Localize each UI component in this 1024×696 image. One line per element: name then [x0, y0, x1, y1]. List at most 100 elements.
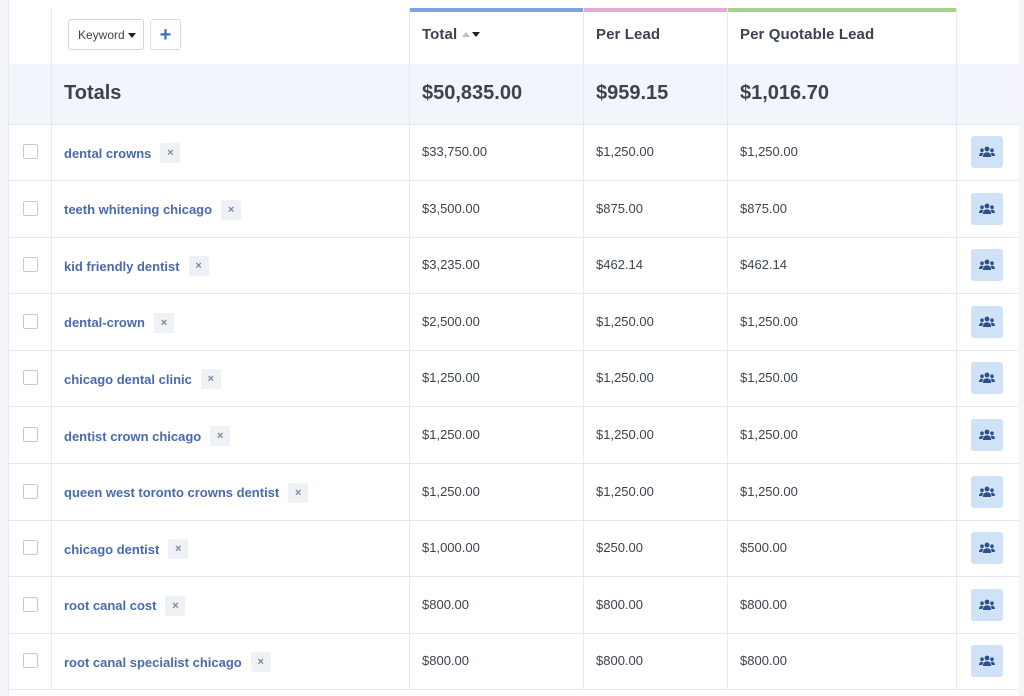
- row-checkbox[interactable]: [23, 653, 38, 669]
- view-leads-button[interactable]: [971, 305, 1003, 338]
- view-leads-button[interactable]: [971, 475, 1003, 508]
- keyword-link[interactable]: root canal cost ×: [64, 595, 186, 616]
- keyword-link[interactable]: teeth whitening chicago ×: [64, 199, 242, 220]
- row-checkbox[interactable]: [23, 144, 38, 159]
- per-lead-value: $1,250.00: [596, 483, 654, 499]
- view-leads-button[interactable]: [971, 419, 1003, 451]
- per-lead-value: $250.00: [596, 540, 643, 556]
- view-leads-button[interactable]: [971, 645, 1003, 678]
- row-checkbox[interactable]: [23, 427, 38, 442]
- keyword-link[interactable]: kid friendly dentist ×: [64, 256, 209, 277]
- keyword-link[interactable]: dental-crown ×: [64, 312, 174, 333]
- totals-per-lead-value: $959.15: [596, 82, 669, 104]
- view-leads-button[interactable]: [971, 588, 1003, 621]
- per-lead-value: $1,250.00: [596, 370, 654, 386]
- keyword-text: chicago dentist: [64, 541, 160, 557]
- total-value: $33,750.00: [422, 144, 488, 159]
- row-checkbox[interactable]: [23, 370, 38, 386]
- table-row: dentist crown chicago × $1,250.00 $1,250…: [9, 407, 1019, 464]
- keyword-report-table: Keyword + Total Per Lead Per Quotable Le…: [8, 0, 1019, 696]
- dimension-select[interactable]: Keyword: [68, 19, 144, 50]
- table-row: root canal cost × $800.00 $800.00 $800.0…: [9, 576, 1019, 634]
- remove-keyword-icon[interactable]: ×: [165, 595, 186, 616]
- remove-keyword-icon[interactable]: ×: [200, 369, 221, 390]
- users-icon: [979, 486, 995, 497]
- keyword-text: kid friendly dentist: [64, 258, 180, 274]
- row-checkbox[interactable]: [23, 313, 38, 329]
- add-dimension-button[interactable]: +: [150, 19, 181, 50]
- column-title: Per Quotable Lead: [740, 26, 875, 43]
- keyword-link[interactable]: dental crowns ×: [64, 143, 181, 163]
- per-lead-value: $1,250.00: [596, 427, 654, 442]
- view-leads-button[interactable]: [971, 249, 1003, 282]
- keyword-text: root canal cost: [64, 598, 157, 614]
- keyword-link[interactable]: chicago dentist ×: [64, 539, 189, 560]
- column-header-total[interactable]: Total: [410, 8, 584, 64]
- totals-total-value: $50,835.00: [422, 82, 523, 104]
- remove-keyword-icon[interactable]: ×: [188, 256, 209, 277]
- keyword-link[interactable]: dentist crown chicago ×: [64, 426, 231, 446]
- row-checkbox[interactable]: [23, 540, 38, 556]
- per-quotable-value: $1,250.00: [740, 427, 798, 442]
- total-value: $800.00: [422, 596, 469, 612]
- table-header: Keyword + Total Per Lead Per Quotable Le…: [9, 8, 1019, 65]
- column-header-per-quotable-lead[interactable]: Per Quotable Lead: [728, 8, 957, 64]
- remove-keyword-icon[interactable]: ×: [160, 143, 181, 163]
- users-icon: [979, 599, 995, 610]
- header-dimension-cell: Keyword +: [52, 8, 410, 64]
- per-quotable-value: $1,250.00: [740, 313, 798, 329]
- keyword-text: queen west toronto crowns dentist: [64, 485, 280, 501]
- per-quotable-value: $462.14: [740, 257, 787, 273]
- totals-label: Totals: [64, 82, 122, 104]
- view-leads-button[interactable]: [971, 532, 1003, 565]
- per-quotable-value: $875.00: [740, 200, 787, 216]
- keyword-text: dental crowns: [64, 145, 152, 161]
- total-value: $1,250.00: [422, 370, 480, 386]
- total-value: $1,000.00: [422, 540, 480, 556]
- table-row: dental crowns × $33,750.00 $1,250.00 $1,…: [9, 124, 1019, 181]
- view-leads-button[interactable]: [971, 362, 1003, 395]
- remove-keyword-icon[interactable]: ×: [168, 539, 189, 560]
- chevron-down-icon: [128, 33, 136, 38]
- users-icon: [979, 203, 995, 214]
- column-header-per-lead[interactable]: Per Lead: [584, 8, 728, 64]
- view-leads-button[interactable]: [971, 136, 1003, 168]
- header-check-cell: [9, 8, 52, 64]
- remove-keyword-icon[interactable]: ×: [210, 426, 231, 446]
- table-row: kid friendly dentist × $3,235.00 $462.14…: [9, 237, 1019, 295]
- row-checkbox[interactable]: [23, 483, 38, 499]
- keyword-text: dentist crown chicago: [64, 428, 202, 444]
- per-lead-value: $1,250.00: [596, 313, 654, 329]
- dimension-select-value: Keyword: [78, 27, 125, 42]
- remove-keyword-icon[interactable]: ×: [288, 482, 309, 503]
- remove-keyword-icon[interactable]: ×: [250, 652, 271, 673]
- total-value: $800.00: [422, 653, 469, 669]
- users-icon: [979, 316, 995, 327]
- users-icon: [979, 542, 995, 554]
- table-row: root canal specialist chicago × $800.00 …: [9, 633, 1019, 691]
- column-accent-bar: [584, 8, 727, 12]
- row-checkbox[interactable]: [23, 200, 38, 216]
- total-value: $1,250.00: [422, 483, 480, 499]
- remove-keyword-icon[interactable]: ×: [221, 199, 242, 220]
- table-row: dental-crown × $2,500.00 $1,250.00 $1,25…: [9, 293, 1019, 351]
- keyword-link[interactable]: queen west toronto crowns dentist ×: [64, 482, 309, 503]
- users-icon: [979, 146, 995, 157]
- keyword-text: dental-crown: [64, 315, 145, 331]
- per-lead-value: $875.00: [596, 200, 643, 216]
- remove-keyword-icon[interactable]: ×: [153, 312, 174, 333]
- per-quotable-value: $500.00: [740, 540, 787, 556]
- total-value: $3,500.00: [422, 200, 480, 216]
- table-row: chicago dentist × $1,000.00 $250.00 $500…: [9, 520, 1019, 578]
- keyword-link[interactable]: chicago dental clinic ×: [64, 369, 221, 390]
- users-icon: [979, 655, 995, 667]
- row-checkbox[interactable]: [23, 596, 38, 612]
- per-quotable-value: $1,250.00: [740, 144, 798, 159]
- users-icon: [979, 372, 995, 384]
- users-icon: [979, 429, 995, 440]
- keyword-link[interactable]: root canal specialist chicago ×: [64, 652, 271, 673]
- row-checkbox[interactable]: [23, 257, 38, 273]
- view-leads-button[interactable]: [971, 192, 1003, 225]
- keyword-text: teeth whitening chicago: [64, 202, 213, 218]
- table-row: teeth whitening chicago × $3,500.00 $875…: [9, 180, 1019, 238]
